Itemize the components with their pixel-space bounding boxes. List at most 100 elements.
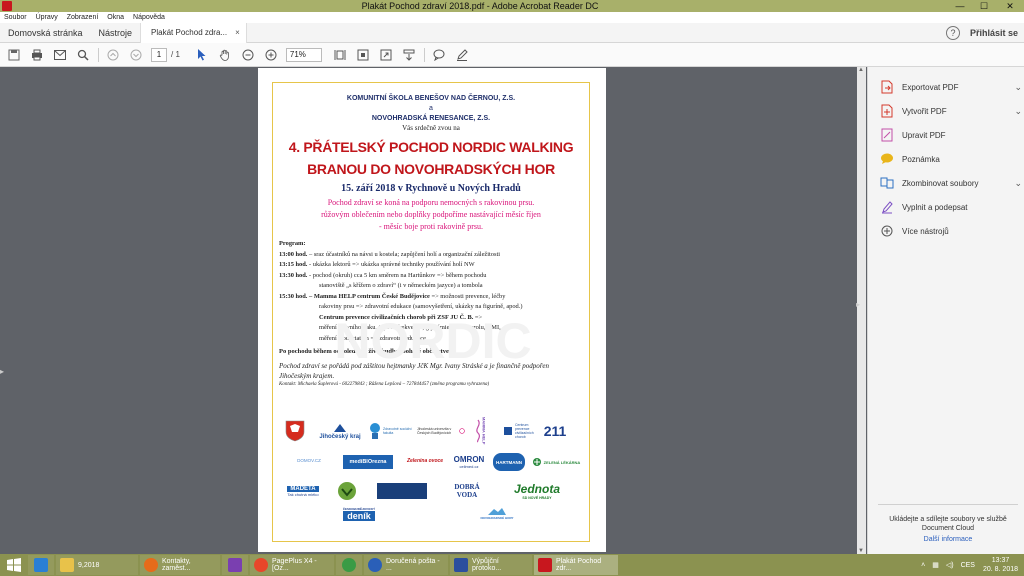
zsf-text: Zdravotně sociální fakulta	[383, 427, 412, 435]
domov-cz-logo: DOMOV.CZ	[297, 457, 321, 463]
clock[interactable]: 13:37 20. 8. 2018	[983, 556, 1018, 574]
event-heading-2: BRANOU DO NOVOHRADSKÝCH HOR	[307, 161, 555, 177]
zoom-in-icon[interactable]	[263, 47, 279, 63]
organizer-1: KOMUNITNÍ ŠKOLA BENEŠOV NAD ČERNOU, Z.S.	[346, 95, 516, 102]
next-page-icon[interactable]	[128, 47, 144, 63]
program-item: 13:30 hod. - pochod (okruh) cca 5 km smě…	[279, 271, 583, 282]
chrome-icon	[342, 558, 356, 572]
omron-text: OMRON	[453, 455, 485, 464]
taskbar-thunderbird[interactable]: Doručená pošta - ...	[364, 555, 448, 575]
volume-icon[interactable]: ◁)	[946, 561, 954, 569]
menu-napoveda[interactable]: Nápověda	[133, 14, 165, 21]
taskbar-folder[interactable]: 9,2018	[56, 555, 138, 575]
program-text: => možnosti prevence, léčby	[429, 292, 506, 300]
chevron-down-icon[interactable]: ⌄	[1014, 82, 1022, 93]
novohradske-hory-logo: NOVOHRADSKÉ HORY	[477, 503, 517, 523]
chevron-down-icon[interactable]: ⌄	[1014, 178, 1022, 189]
pink-line-1: Pochod zdraví se koná na podporu nemocný…	[327, 198, 535, 207]
network-icon[interactable]: ▦	[932, 561, 939, 569]
signin-button[interactable]: Přihlásit se	[970, 28, 1018, 38]
taskbar-firefox[interactable]: Kontakty, zaměst...	[140, 555, 220, 575]
pink-message: Pochod zdraví se koná na podporu nemocný…	[273, 197, 589, 233]
taskbar-folder-label: 9,2018	[78, 561, 100, 569]
taskbar-thunderbird-label: Doručená pošta - ...	[386, 558, 440, 572]
tool-edit-pdf[interactable]: Upravit PDF	[880, 127, 1022, 143]
vertical-scrollbar[interactable]: ▲ ▼	[857, 67, 866, 554]
fit-page-icon[interactable]	[332, 47, 348, 63]
taskbar-word[interactable]: Výpůjční protoko...	[450, 555, 532, 575]
tab-bar: Domovská stránka Nástroje Plakát Pochod …	[0, 22, 1024, 43]
title-bar: Plakát Pochod zdraví 2018.pdf - Adobe Ac…	[0, 0, 1024, 12]
save-icon[interactable]	[6, 47, 22, 63]
tool-fill-sign[interactable]: Vyplnit a podepsat	[880, 199, 1022, 215]
contact-text: Kontakt: Michaela Šuplerová - 602279843 …	[279, 382, 490, 387]
tool-comment[interactable]: Poznámka	[880, 151, 1022, 167]
nordic-watermark-text: NORDIC	[334, 313, 531, 369]
hand-tool-icon[interactable]	[217, 47, 233, 63]
mamma-help-text: MAMMA HELP	[481, 417, 487, 445]
menu-soubor[interactable]: Soubor	[4, 14, 27, 21]
search-icon[interactable]	[75, 47, 91, 63]
zelena-lekarna-text: ZELENÁ LÉKÁRNA	[543, 459, 581, 465]
minimize-button[interactable]: —	[948, 0, 972, 12]
jihocesky-kraj-logo: Jihočeský kraj	[315, 419, 365, 443]
clock-date: 20. 8. 2018	[982, 566, 1018, 573]
comment-bubble-icon	[880, 152, 894, 166]
collapse-right-pane-icon[interactable]: ▸	[856, 300, 860, 309]
jednota-text: Jednota	[513, 482, 560, 496]
menu-zobrazeni[interactable]: Zobrazení	[67, 14, 99, 21]
close-window-button[interactable]: ✕	[996, 0, 1024, 12]
taskbar-firefox-label: Kontakty, zaměst...	[162, 558, 191, 572]
tab-tools[interactable]: Nástroje	[91, 28, 141, 38]
previous-page-icon[interactable]	[105, 47, 121, 63]
close-tab-icon[interactable]: ×	[235, 28, 240, 37]
firefox-icon	[144, 558, 158, 572]
toolbar-divider-2	[423, 47, 425, 62]
scroll-mode-icon[interactable]	[401, 47, 417, 63]
email-icon[interactable]	[52, 47, 68, 63]
rotate-view-icon[interactable]	[355, 47, 371, 63]
taskbar-app[interactable]	[222, 555, 248, 575]
maximize-button[interactable]: ☐	[972, 0, 996, 12]
print-icon[interactable]	[29, 47, 45, 63]
menu-okna[interactable]: Okna	[107, 14, 124, 21]
211-logo: 211	[543, 423, 567, 439]
hartmann-logo: HARTMANN	[493, 453, 525, 471]
blue-photo-logo	[377, 483, 427, 499]
program-bold: – Mamma HELP centrum České Budějovice	[307, 292, 430, 300]
highlight-pen-icon[interactable]	[454, 47, 470, 63]
comment-icon[interactable]	[431, 47, 447, 63]
full-screen-icon[interactable]	[378, 47, 394, 63]
taskbar-ie[interactable]	[28, 555, 54, 575]
combine-files-icon	[880, 176, 894, 190]
tool-export-pdf-label: Exportovat PDF	[902, 82, 959, 92]
event-heading-1: 4. PŘÁTELSKÝ POCHOD NORDIC WALKING	[288, 139, 574, 155]
taskbar-chrome[interactable]	[336, 555, 362, 575]
tool-more-tools[interactable]: Více nástrojů	[880, 223, 1022, 239]
taskbar-pageplus[interactable]: PagePlus X4 - [Oz...	[250, 555, 334, 575]
language-indicator[interactable]: CES	[961, 562, 975, 569]
tool-combine-files[interactable]: Zkombinovat soubory ⌄	[880, 175, 1022, 191]
learn-more-link[interactable]: Další informace	[880, 536, 1016, 543]
tab-home[interactable]: Domovská stránka	[0, 28, 91, 38]
menu-upravy[interactable]: Úpravy	[36, 14, 58, 21]
scroll-up-icon[interactable]: ▲	[858, 67, 864, 73]
jednota-logo: Jednota SD NOVÉ HRADY	[507, 479, 567, 503]
select-cursor-icon[interactable]	[194, 47, 210, 63]
pageplus-icon	[254, 558, 268, 572]
taskbar-acrobat[interactable]: Plakát Pochod zdr...	[534, 555, 618, 575]
zoom-out-icon[interactable]	[240, 47, 256, 63]
page-number-input[interactable]: 1	[151, 47, 167, 62]
window-title: Plakát Pochod zdraví 2018.pdf - Adobe Ac…	[361, 1, 599, 11]
zoom-level-select[interactable]: 71%	[285, 47, 322, 62]
collapse-left-pane-icon[interactable]: ▸	[0, 367, 4, 376]
chevron-down-icon[interactable]: ⌄	[1014, 106, 1022, 117]
help-icon[interactable]: ?	[945, 25, 960, 40]
zelenina-logo: Zelenina ovoce	[406, 458, 444, 464]
create-pdf-icon	[880, 104, 894, 118]
tray-chevron-icon[interactable]: ˄	[921, 562, 925, 569]
tab-document[interactable]: Plakát Pochod zdra... ×	[140, 22, 247, 43]
tool-create-pdf[interactable]: Vytvořit PDF ⌄	[880, 103, 1022, 119]
tool-export-pdf[interactable]: Exportovat PDF ⌄	[880, 79, 1022, 95]
windows-start-icon[interactable]	[0, 554, 28, 576]
